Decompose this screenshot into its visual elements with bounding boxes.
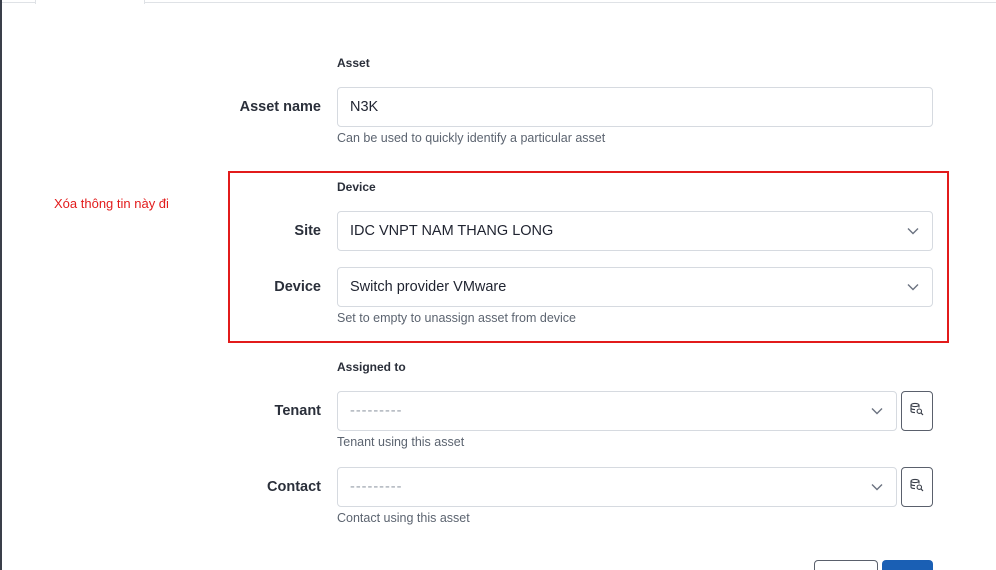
contact-selector-button[interactable] — [901, 467, 933, 507]
asset-name-input[interactable]: N3K — [337, 87, 933, 127]
chevron-down-icon — [870, 480, 884, 494]
asset-name-help: Can be used to quickly identify a partic… — [337, 131, 606, 145]
device-select[interactable]: Switch provider VMware — [337, 267, 933, 307]
site-value: IDC VNPT NAM THANG LONG — [350, 223, 554, 239]
tab-bar-border — [2, 0, 996, 3]
contact-select[interactable]: --------- — [337, 467, 897, 507]
contact-placeholder: --------- — [350, 479, 403, 495]
site-select[interactable]: IDC VNPT NAM THANG LONG — [337, 211, 933, 251]
tenant-selector-button[interactable] — [901, 391, 933, 431]
assigned-section-heading: Assigned to — [337, 360, 406, 374]
chevron-down-icon — [906, 224, 920, 238]
device-section-heading: Device — [337, 180, 376, 194]
save-button[interactable] — [882, 560, 933, 570]
asset-name-label: Asset name — [239, 99, 321, 115]
device-help: Set to empty to unassign asset from devi… — [337, 311, 577, 325]
tenant-label: Tenant — [274, 403, 321, 419]
annotation-text: Xóa thông tin này đi — [54, 196, 169, 211]
tab-active[interactable] — [35, 0, 145, 4]
asset-name-value: N3K — [350, 99, 379, 115]
asset-section-heading: Asset — [337, 56, 370, 70]
tenant-help: Tenant using this asset — [337, 435, 465, 449]
chevron-down-icon — [870, 404, 884, 418]
contact-help: Contact using this asset — [337, 511, 470, 525]
cancel-button[interactable] — [814, 560, 878, 570]
contact-label: Contact — [267, 479, 321, 495]
device-value: Switch provider VMware — [350, 279, 507, 295]
tenant-placeholder: --------- — [350, 403, 403, 419]
selector-search-icon — [910, 402, 924, 421]
chevron-down-icon — [906, 280, 920, 294]
device-label: Device — [274, 279, 321, 295]
tenant-select[interactable]: --------- — [337, 391, 897, 431]
site-label: Site — [294, 223, 321, 239]
selector-search-icon — [910, 478, 924, 497]
